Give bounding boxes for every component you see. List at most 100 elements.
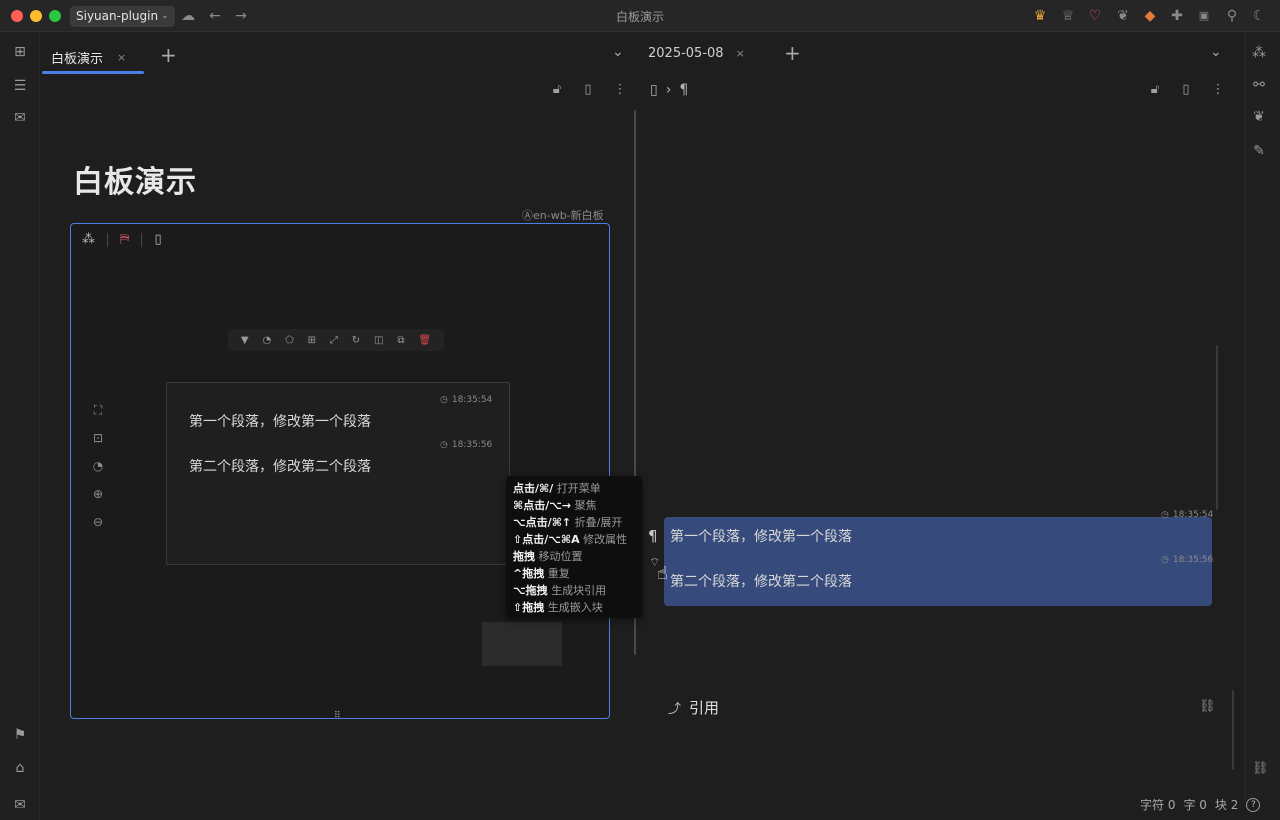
- close-window-button[interactable]: [11, 10, 23, 22]
- paragraph-icon[interactable]: ¶: [648, 527, 658, 545]
- active-tab-indicator: [42, 71, 144, 74]
- tooltip-row: ⇧拖拽 生成嵌入块: [513, 601, 603, 614]
- paragraph-block[interactable]: 第一个段落，修改第一个段落: [189, 411, 371, 431]
- file-tree-icon[interactable]: ⊞: [11, 43, 29, 61]
- crown-icon[interactable]: ♛: [1032, 8, 1048, 24]
- toolbar-divider: [141, 232, 143, 247]
- tooltip-row: 点击/⌘/ 打开菜单: [513, 482, 601, 495]
- paragraph-block[interactable]: 第一个段落，修改第一个段落: [670, 526, 852, 546]
- paragraph-icon[interactable]: ¶: [679, 82, 688, 98]
- shape-icon[interactable]: ⬠: [285, 335, 294, 346]
- moon-icon[interactable]: ☾: [1251, 8, 1267, 24]
- block-icon-tooltip: 点击/⌘/ 打开菜单 ⌘点击/⌥→ 聚焦 ⌥点击/⌘↑ 折叠/展开 ⇧点击/⌥⌘…: [506, 476, 642, 618]
- document-icon[interactable]: ▯: [580, 82, 596, 98]
- document-icon[interactable]: ▯: [1178, 82, 1194, 98]
- terminal-icon[interactable]: ▣: [1196, 8, 1212, 24]
- puzzle-icon[interactable]: ✚: [1169, 8, 1185, 24]
- chevron-down-icon: ⌄: [161, 11, 169, 21]
- link-icon[interactable]: ⛓: [1252, 761, 1269, 776]
- expand-icon[interactable]: ⤢: [330, 335, 338, 346]
- cloud-icon[interactable]: ☁: [180, 8, 196, 24]
- more-icon[interactable]: ⋮: [612, 82, 628, 98]
- whiteboard-side-controls: ⛶ ⊡ ◔ ⊕ ⊖: [90, 402, 106, 530]
- paragraph-block[interactable]: 第二个段落，修改第二个段落: [189, 456, 371, 476]
- heart-icon[interactable]: ♡: [1087, 8, 1103, 24]
- add-tab-icon[interactable]: +: [784, 41, 801, 65]
- window-title: 白板演示: [615, 10, 664, 24]
- grid-icon[interactable]: ⊞: [308, 335, 316, 346]
- focus-icon[interactable]: ⊡: [90, 430, 106, 446]
- fox-icon[interactable]: ◆: [1142, 8, 1158, 24]
- zoom-in-icon[interactable]: ⊕: [90, 486, 106, 502]
- page-title[interactable]: 白板演示: [73, 157, 197, 201]
- lock-icon[interactable]: 🔓︎: [1147, 82, 1163, 98]
- add-tab-icon[interactable]: +: [160, 43, 177, 67]
- workspace-switcher[interactable]: Siyuan-plugin ⌄: [70, 6, 175, 27]
- clock-icon: ◷: [1161, 555, 1169, 565]
- paragraph-block[interactable]: 第二个段落，修改第二个段落: [670, 571, 852, 591]
- scrollbar[interactable]: [1232, 690, 1234, 770]
- clock-icon: ◷: [440, 395, 448, 405]
- caret-down-icon[interactable]: ▼: [241, 335, 249, 346]
- pen-icon[interactable]: ✎: [1250, 142, 1268, 160]
- graph-icon[interactable]: ⁂: [1250, 44, 1268, 62]
- close-icon[interactable]: ×: [736, 47, 745, 60]
- scrollbar[interactable]: [1216, 345, 1218, 510]
- tooltip-row: ^拖拽 重复: [513, 567, 570, 580]
- palette-icon[interactable]: ◔: [262, 335, 271, 346]
- tooltip-row: 拖拽 移动位置: [513, 550, 583, 563]
- more-icon[interactable]: ⋮: [1210, 82, 1226, 98]
- block-count: 块 2: [1214, 798, 1239, 812]
- panel-icon[interactable]: ◫: [374, 335, 383, 346]
- document-icon[interactable]: ▯: [650, 82, 658, 98]
- graph-icon[interactable]: ⁂: [82, 232, 95, 247]
- link-icon[interactable]: ⛓: [1199, 699, 1216, 714]
- backlink-icon[interactable]: ⚯: [1250, 76, 1268, 94]
- resize-handle[interactable]: ⠿: [334, 711, 341, 721]
- outline-icon[interactable]: ☰: [11, 77, 29, 95]
- timestamp: ◷ 18:35:56: [440, 440, 492, 450]
- document-icon[interactable]: ▯: [154, 232, 161, 247]
- minimize-window-button[interactable]: [30, 10, 42, 22]
- breadcrumb-separator: ›: [665, 82, 672, 98]
- search-icon[interactable]: ⚲: [1224, 8, 1240, 24]
- timestamp-text: 18:35:56: [1172, 555, 1214, 565]
- whiteboard-toolbar: ⁂ ⛿ ▯: [82, 232, 162, 247]
- fit-view-icon[interactable]: ⛶: [90, 402, 106, 418]
- leaf-icon[interactable]: ❦: [1115, 8, 1131, 24]
- tooltip-row: ⌥点击/⌘↑ 折叠/展开: [513, 516, 623, 529]
- zoom-out-icon[interactable]: ⊖: [90, 514, 106, 530]
- leaf-icon[interactable]: ❦: [1250, 108, 1268, 126]
- tab-label: 白板演示: [51, 51, 104, 67]
- char-count: 字符 0: [1140, 798, 1176, 812]
- close-icon[interactable]: ×: [117, 51, 126, 64]
- back-arrow-icon[interactable]: ←: [207, 8, 223, 24]
- maximize-window-button[interactable]: [49, 10, 61, 22]
- tab-whiteboard[interactable]: 白板演示 ×: [42, 40, 144, 74]
- map-icon[interactable]: ⛿: [120, 232, 129, 247]
- refresh-icon[interactable]: ↻: [352, 335, 360, 346]
- bookmark-icon[interactable]: ⚑: [11, 726, 29, 744]
- references-label: 引用: [689, 699, 720, 717]
- copy-icon[interactable]: ⧉: [397, 335, 404, 346]
- crown-outline-icon[interactable]: ♕: [1060, 8, 1076, 24]
- timestamp-text: 18:35:54: [451, 395, 493, 405]
- forward-arrow-icon[interactable]: →: [233, 8, 249, 24]
- hand-cursor-icon: ☝: [657, 563, 668, 584]
- whiteboard-shape[interactable]: [482, 622, 562, 666]
- tag-icon[interactable]: ⌂: [11, 759, 29, 777]
- trash-icon[interactable]: 🗑︎: [418, 335, 431, 346]
- tooltip-row: ⌥拖拽 生成块引用: [513, 584, 607, 597]
- breadcrumb: ▯ › ¶: [650, 82, 688, 98]
- inbox-icon[interactable]: ✉: [11, 109, 29, 127]
- lock-icon[interactable]: 🔓︎: [549, 82, 565, 98]
- timestamp: ◷ 18:35:56: [1161, 555, 1213, 565]
- tab-daily-note[interactable]: 2025-05-08 ×: [648, 40, 745, 66]
- palette-icon[interactable]: ◔: [90, 458, 106, 474]
- help-icon[interactable]: ?: [1246, 797, 1261, 812]
- references-header: ⤴ 引用: [668, 697, 719, 718]
- mail-icon[interactable]: ✉: [11, 796, 29, 814]
- chevron-down-icon[interactable]: ⌄: [1210, 44, 1222, 60]
- chevron-down-icon[interactable]: ⌄: [612, 44, 624, 60]
- tooltip-row: ⇧点击/⌥⌘A 修改属性: [513, 533, 628, 546]
